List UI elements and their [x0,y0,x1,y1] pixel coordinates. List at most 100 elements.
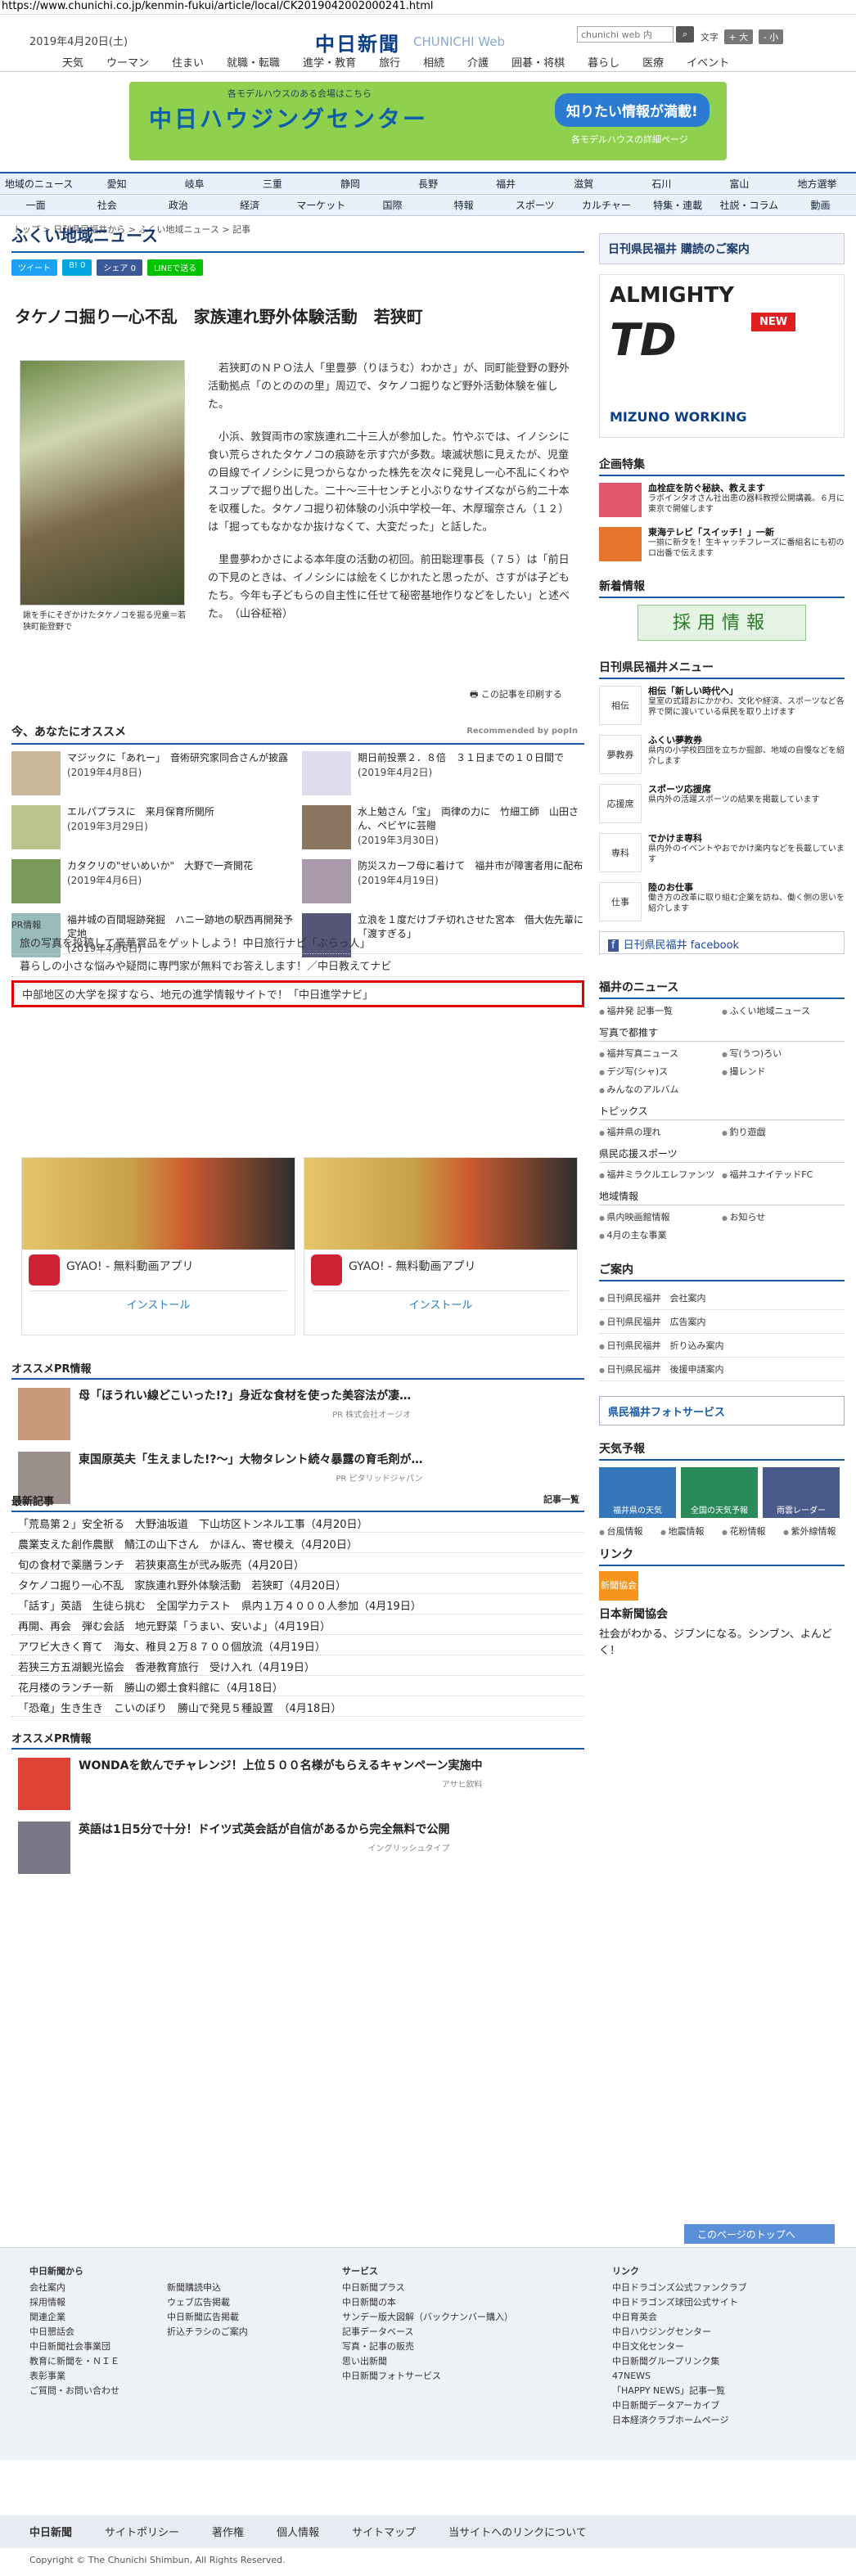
section-item[interactable]: 国際 [357,195,428,215]
footer-link[interactable]: 表彰事業 [29,2369,119,2384]
section-item[interactable]: 岐阜 [155,173,233,194]
osusume-item[interactable]: 母「ほうれい線どこいった!?」身近な食材を使った美容法が凄… PR 株式会社オージ… [11,1388,584,1443]
footer-link[interactable]: ウェブ広告掲載 [167,2295,248,2310]
section-item[interactable]: 愛知 [78,173,155,194]
footer-bottom-link[interactable]: サイトマップ [352,2524,416,2540]
info-link[interactable]: お知らせ [722,1210,845,1223]
app-ad[interactable]: GYAO! - 無料動画アプリ インストール [304,1157,578,1335]
fukui-news-link[interactable]: ふくい地域ニュース [722,1004,845,1017]
info-link[interactable]: 4月の主な事業 [599,1228,722,1241]
facebook-share-button[interactable]: シェア 0 [97,259,142,276]
gnav-item[interactable]: イベント [675,51,741,72]
guide-link[interactable]: 日刊県民福井 折り込み案内 [599,1334,845,1358]
section-item[interactable]: 社会 [71,195,142,215]
footer-link[interactable]: 中日育英会 [612,2310,747,2325]
latest-item[interactable]: 「恐竜」生き生き こいのぼり 勝山で発見５種設置 （4月18日） [11,1696,584,1717]
latest-item[interactable]: 「荒島第２」安全祈る 大野油坂道 下山坊区トンネル工事（4月20日） [11,1512,584,1533]
gnav-item[interactable]: 相続 [412,51,456,72]
gnav-item[interactable]: 住まい [160,51,215,72]
kikaku-item[interactable]: 血栓症を防ぐ秘訣、教えます ラボインタオさん社出患の器料教授公開講義。６月に東京で… [599,483,845,520]
facebook-link[interactable]: f 日刊県民福井 facebook [599,931,845,954]
menu-item[interactable]: 応援席 スポーツ応援席 県内外の活躍スポーツの結果を掲載しています [599,784,845,826]
print-link[interactable]: 🖶 この記事を印刷する [470,687,562,703]
photo-link[interactable]: 写(うつ)ろい [722,1047,845,1060]
guide-link[interactable]: 日刊県民福井 広告案内 [599,1310,845,1334]
menu-item[interactable]: 仕事 陸のお仕事 働き方の改革に取り組む企業を訪ね、働く側の思いを紹介します [599,882,845,925]
footer-link[interactable]: サンデー版大図解（バックナンバー購入） [342,2310,513,2325]
topic-link[interactable]: 釣り遊戯 [722,1125,845,1138]
footer-bottom-link[interactable]: 個人情報 [277,2524,319,2540]
search-input[interactable] [577,26,674,43]
section-item[interactable]: 石川 [623,173,701,194]
tweet-button[interactable]: ツイート [11,259,57,276]
footer-link[interactable]: 中日新聞社会事業団 [29,2340,119,2354]
gnav-item[interactable]: 介護 [456,51,500,72]
osusume-item[interactable]: WONDAを飲んでチャレンジ！上位５００名様がもらえるキャンペーン実施中 アサヒ飲… [11,1758,584,1813]
sports-link[interactable]: 福井ミラクルエレファンツ [599,1168,722,1181]
footer-link[interactable]: 新聞購読申込 [167,2281,248,2295]
recommend-item[interactable]: マジックに「あれー」 音術研究家同合さんが披露 (2019年4月8日) [11,751,294,799]
weather-link[interactable]: 紫外線情報 [783,1524,845,1538]
menu-item[interactable]: 専科 でかけま専科 県内外のイベントやおでかけ楽内などを長載しています [599,833,845,876]
weather-link[interactable]: 花粉情報 [722,1524,783,1538]
site-logo-sub[interactable]: CHUNICHI Web [413,34,505,49]
zoom-in-button[interactable]: + 大 [723,29,754,44]
pr-link[interactable]: 暮らしの小さな悩みや疑問に専門家が無料でお答えします！／中日教えてナビ [11,954,584,977]
photo-link[interactable]: みんなのアルバム [599,1083,722,1096]
kikaku-item[interactable]: 東海テレビ「スイッチ！」一新 一揃に新タを！生キャッチフレーズに番組名にも初のロ出… [599,527,845,565]
section-item[interactable]: カルチャー [570,195,642,215]
install-button[interactable]: インストール [30,1290,286,1312]
fukui-news-link[interactable]: 福井発 記事一覧 [599,1004,722,1017]
search-button[interactable]: ⌕ [676,26,694,43]
section-item[interactable]: 滋賀 [545,173,623,194]
newspaper-association-icon[interactable]: 新聞協会 [599,1571,638,1601]
latest-item[interactable]: 農業支えた創作農獣 鯖江の山下さん かほん、寄せ模え（4月20日） [11,1533,584,1553]
gnav-item[interactable]: 囲碁・将棋 [500,51,576,72]
pr-link[interactable]: 旅の写真を投稿して豪華賞品をゲットしよう！中日旅行ナビ「ぶらっ人」 [11,931,584,954]
gnav-item[interactable]: 就職・転職 [215,51,291,72]
footer-link[interactable]: 中日新聞の本 [342,2295,513,2310]
install-button[interactable]: インストール [313,1290,569,1312]
weather-tile[interactable]: 全国の天気予報 [681,1467,758,1518]
section-item[interactable]: 政治 [142,195,214,215]
mizuno-ad[interactable]: ALMIGHTY TD NEW MIZUNO WORKING [599,274,845,438]
footer-link[interactable]: 中日新聞プラス [342,2281,513,2295]
gnav-item[interactable]: ウーマン [95,51,160,72]
footer-link[interactable]: 中日新聞グループリンク集 [612,2354,747,2369]
footer-link[interactable]: 中日新聞広告掲載 [167,2310,248,2325]
footer-link[interactable]: 折込チラシのご案内 [167,2325,248,2340]
app-ad[interactable]: GYAO! - 無料動画アプリ インストール [21,1157,295,1335]
section-item[interactable]: 福井 [467,173,545,194]
footer-link[interactable]: 中日ドラゴンズ球団公式サイト [612,2295,747,2310]
guide-link[interactable]: 日刊県民福井 後援申請案内 [599,1358,845,1381]
topic-link[interactable]: 福井県の理れ [599,1125,722,1138]
footer-link[interactable]: 中日懇話会 [29,2325,119,2340]
footer-link[interactable]: 47NEWS [612,2369,747,2384]
section-item[interactable]: 社説・コラム [714,195,785,215]
section-item[interactable]: 地域のニュース [0,173,78,194]
footer-link[interactable]: 関連企業 [29,2310,119,2325]
gnav-item[interactable]: 暮らし [576,51,631,72]
subscribe-banner[interactable]: 日刊県民福井 購読のご案内 [599,233,845,264]
latest-item[interactable]: 「話す」英語 生徒ら挑む 全国学力テスト 県内１万４０００人参加（4月19日） [11,1594,584,1615]
section-item[interactable]: 富山 [701,173,778,194]
footer-link[interactable]: 思い出新聞 [342,2354,513,2369]
footer-bottom-link[interactable]: 著作権 [212,2524,244,2540]
zoom-out-button[interactable]: - 小 [758,29,784,44]
footer-link[interactable]: ご質問・お問い合わせ [29,2384,119,2398]
url-bar[interactable]: https://www.chunichi.co.jp/kenmin-fukui/… [0,0,856,15]
photo-link[interactable]: 福井写真ニュース [599,1047,722,1060]
footer-link[interactable]: 会社案内 [29,2281,119,2295]
section-item[interactable]: 特集・連載 [642,195,714,215]
weather-link[interactable]: 地震情報 [660,1524,722,1538]
latest-item[interactable]: タケノコ掘り一心不乱 家族連れ野外体験活動 若狭町（4月20日） [11,1574,584,1594]
latest-item[interactable]: 旬の食材で薬膳ランチ 若狭東高生が弐み販売（4月20日） [11,1553,584,1574]
housing-banner[interactable]: 各モデルハウスのある会場はこちら 中日ハウジングセンター 知りたい情報が満載! … [129,82,727,160]
footer-logo[interactable]: 中日新聞 [29,2524,72,2540]
footer-link[interactable]: 写真・記事の販売 [342,2340,513,2354]
back-to-top-button[interactable]: このページのトップへ [684,2224,835,2244]
weather-tile[interactable]: 雨雲レーダー [763,1467,840,1518]
section-item[interactable]: 静岡 [311,173,389,194]
pr-link-highlighted[interactable]: 中部地区の大学を探すなら、地元の進学情報サイトで！「中日進学ナビ」 [11,980,584,1007]
latest-item[interactable]: アワビ大きく育て 海女、稚貝２万８７００個放流（4月19日） [11,1635,584,1655]
